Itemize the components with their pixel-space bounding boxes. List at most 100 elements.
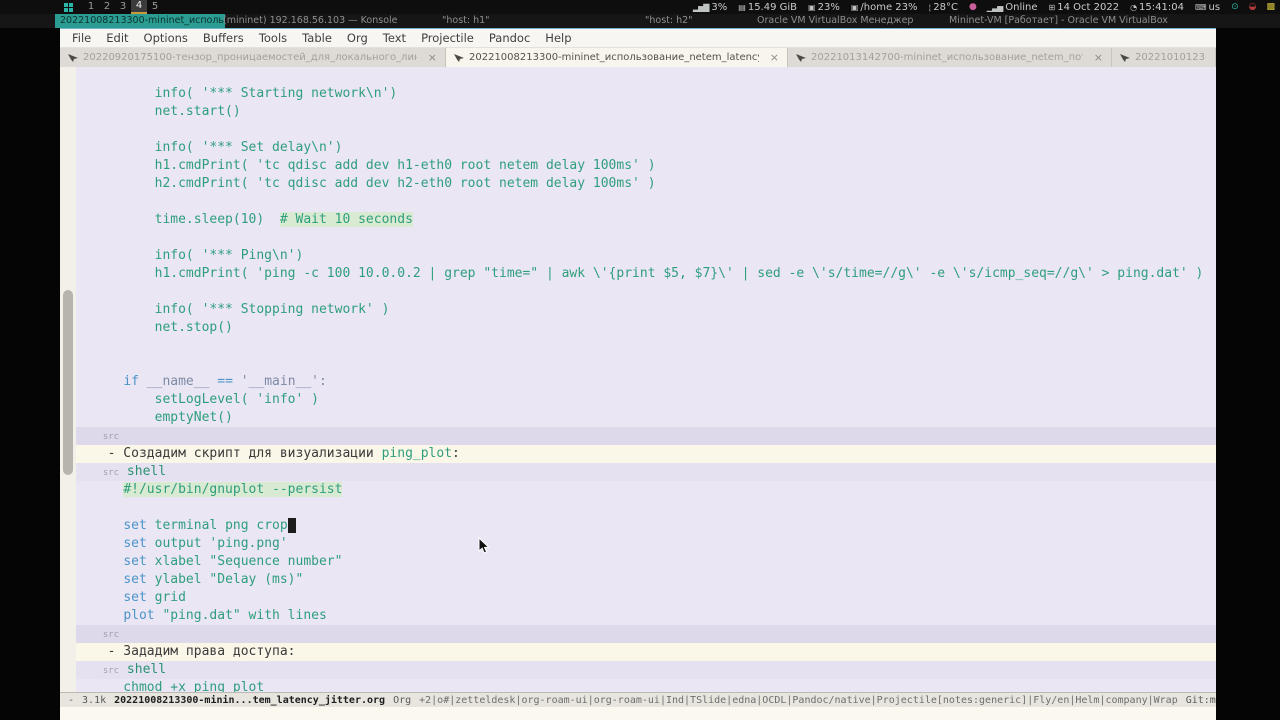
tray-item-calendar[interactable]: ⊞ 14 Oct 2022 [1049,2,1120,13]
tray-label: 3% [711,1,728,13]
record-icon: ◒ [1248,2,1257,12]
workspace-4[interactable]: 4 [131,0,147,14]
buffer-line: src shell [76,463,1216,481]
taskbar-item-4[interactable]: "host: h2" [640,14,698,28]
tray-label: Online [1005,1,1038,13]
buffer-line: h1.cmdPrint( 'ping -c 100 10.0.0.2 | gre… [76,265,1216,283]
tab-bar: 20220920175100-тензор_проницаемостей_для… [60,48,1216,67]
taskbar-item-2[interactable]: (mininet) 192.168.56.103 — Konsole [218,14,403,28]
taskbar-item-1[interactable]: 20221008213300-mininet_использование_net… [55,14,225,28]
tray-item-power[interactable]: ⊙ [1231,2,1238,12]
menu-pandoc[interactable]: Pandoc [489,31,530,45]
tray-label: 28°C [933,1,958,13]
buffer-line [76,67,1216,85]
buffer-line: info( '*** Stopping network' ) [76,301,1216,319]
tray-item-memory[interactable]: ▤ 15.49 GiB [738,2,797,13]
menu-file[interactable]: File [72,31,91,45]
buffer-line [76,193,1216,211]
buffer-lines: info( '*** Starting network\n') net.star… [76,67,1216,692]
tray-item-disk-home[interactable]: ▣/home 23% [851,2,918,13]
buffer-line: net.stop() [76,319,1216,337]
org-roam-icon [796,53,806,63]
mode-line: - 3.1k 20221008213300-minin...tem_latenc… [60,692,1216,707]
tray-label: 15.49 GiB [747,1,798,13]
taskbar-item-6[interactable]: Mininet-VM [Работает] - Oracle VM Virtua… [944,14,1173,28]
buffer-line: src [76,625,1216,643]
taskbar-item-3[interactable]: "host: h1" [437,14,495,28]
tray-item-tray-app[interactable]: ▩ [1266,2,1274,12]
app-indicator-icon: ● [968,2,977,12]
cpu-usage-icon: ▂▅▇ [692,2,710,12]
menu-options[interactable]: Options [144,31,188,45]
app-grid-icon[interactable] [64,2,73,12]
menu-edit[interactable]: Edit [106,31,128,45]
echo-area[interactable] [60,707,1216,720]
disk-root-icon: ▣ [808,2,816,12]
scrollbar-track[interactable] [60,67,76,692]
tab-3[interactable]: 20221013142700-mininet_использование_net… [788,48,1112,67]
org-roam-icon [68,53,78,63]
buffer-line: h2.cmdPrint( 'tc qdisc add dev h2-eth0 r… [76,175,1216,193]
modeline-size: 3.1k [82,694,107,706]
menu-org[interactable]: Org [347,31,368,45]
tray-label: 23% [817,1,840,13]
tab-label: 20221013142700-mininet_использование_net… [811,52,1083,63]
buffer-line [76,499,1216,517]
tab-4[interactable]: 20221010123 [1112,48,1216,67]
network-icon: ▁▃▅ [986,2,1004,12]
modeline-git-branch: Git:master ?? [1185,694,1216,706]
tab-close-icon[interactable]: × [1088,51,1103,64]
menu-help[interactable]: Help [545,31,571,45]
menu-table[interactable]: Table [302,31,332,45]
buffer-line: emptyNet() [76,409,1216,427]
tray-item-network[interactable]: ▁▃▅ Online [987,2,1038,13]
menu-tools[interactable]: Tools [259,31,287,45]
workspace-2[interactable]: 2 [99,0,115,14]
buffer-line: - Создадим скрипт для визуализации ping_… [92,446,460,461]
workspace-3[interactable]: 3 [115,0,131,14]
buffer-line: #!/usr/bin/gnuplot --persist [76,481,1216,499]
buffer-line [76,337,1216,355]
buffer-line: net.start() [76,103,1216,121]
desktop: 12345 ▂▅▇ 3% ▤ 15.49 GiB ▣ 23% ▣/home 23% ¦ 28°C… [0,0,1280,720]
workspace-1[interactable]: 1 [83,0,99,14]
buffer-line [76,355,1216,373]
buffer-line: set output 'ping.png' [76,535,1216,553]
tray-item-cpu-usage[interactable]: ▂▅▇ 3% [693,2,727,13]
tray-item-app-indicator[interactable]: ● [968,2,977,12]
clock-icon: ◔ [1130,2,1137,12]
tab-1[interactable]: 20220920175100-тензор_проницаемостей_для… [60,48,446,67]
tab-2[interactable]: 20221008213300-mininet_использование_net… [446,48,788,67]
buffer-line: set terminal png crop [76,517,1216,535]
tab-label: 20221008213300-mininet_использование_net… [469,52,759,63]
tray-item-record[interactable]: ◒ [1248,2,1257,12]
tray-item-keyboard-layout[interactable]: ⌨ us [1195,2,1220,13]
menu-buffers[interactable]: Buffers [203,31,244,45]
tray-item-disk-root[interactable]: ▣ 23% [808,2,840,13]
buffer-line: set grid [76,589,1216,607]
taskbar-item-5[interactable]: Oracle VM VirtualBox Менеджер [752,14,918,28]
tray-label: /home 23% [860,1,918,13]
modeline-minor-modes: +2|o#|zetteldesk|org-roam-ui|org-roam-ui… [419,694,1178,706]
org-roam-icon [454,53,464,63]
tab-label: 20220920175100-тензор_проницаемостей_для… [83,52,417,63]
tray-item-temperature[interactable]: ¦ 28°C [929,2,958,13]
buffer-line: src shell [76,661,1216,679]
modeline-prefix: - [68,694,75,706]
tab-close-icon[interactable]: × [422,51,437,64]
buffer-line: info( '*** Starting network\n') [76,85,1216,103]
tab-close-icon[interactable]: × [764,51,779,64]
org-roam-icon [1120,53,1130,63]
workspace-switcher: 12345 [83,0,163,14]
menu-text[interactable]: Text [383,31,406,45]
buffer-area: info( '*** Starting network\n') net.star… [60,67,1216,692]
tray-item-clock[interactable]: ◔ 15:41:04 [1130,2,1184,13]
system-tray: ▂▅▇ 3% ▤ 15.49 GiB ▣ 23% ▣/home 23% ¦ 28°C ● ▁▃▅ On… [693,2,1280,13]
buffer-line: h1.cmdPrint( 'tc qdisc add dev h1-eth0 r… [76,157,1216,175]
menu-projectile[interactable]: Projectile [421,31,474,45]
modeline-major-mode: Org [393,694,412,706]
workspace-5[interactable]: 5 [147,0,163,14]
buffer-line: set xlabel "Sequence number" [76,553,1216,571]
scrollbar-thumb[interactable] [63,290,73,475]
memory-icon: ▤ [738,2,746,12]
